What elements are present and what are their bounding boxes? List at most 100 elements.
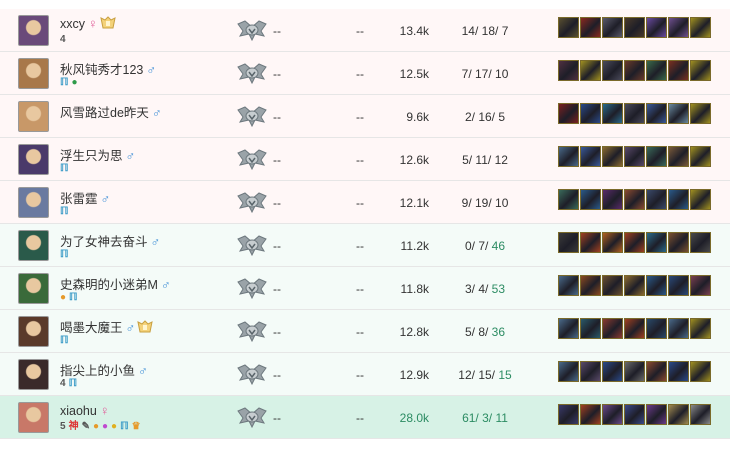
item-icon[interactable]	[580, 318, 601, 339]
item-icon[interactable]	[558, 318, 579, 339]
item-icon[interactable]	[602, 146, 623, 167]
item-icon[interactable]	[602, 60, 623, 81]
item-icon[interactable]	[580, 361, 601, 382]
player-name-text[interactable]: 为了女神去奋斗	[60, 235, 148, 249]
player-name[interactable]: 喝墨大魔王 ♂	[60, 317, 153, 336]
item-icon[interactable]	[668, 404, 689, 425]
item-icon[interactable]	[690, 103, 711, 124]
item-icon[interactable]	[558, 103, 579, 124]
player-row[interactable]: 喝墨大魔王 ♂ ℿ -- -- 12.8k 5/ 8/ 36	[0, 310, 730, 353]
item-icon[interactable]	[602, 189, 623, 210]
item-icon[interactable]	[624, 318, 645, 339]
champion-avatar[interactable]	[18, 187, 49, 218]
item-icon[interactable]	[690, 189, 711, 210]
item-icon[interactable]	[646, 17, 667, 38]
item-icon[interactable]	[646, 318, 667, 339]
item-icon[interactable]	[624, 146, 645, 167]
item-icon[interactable]	[580, 404, 601, 425]
item-icon[interactable]	[690, 60, 711, 81]
item-icon[interactable]	[602, 361, 623, 382]
item-icon[interactable]	[646, 146, 667, 167]
item-icon[interactable]	[646, 60, 667, 81]
champion-avatar[interactable]	[18, 101, 49, 132]
item-icon[interactable]	[668, 361, 689, 382]
item-icon[interactable]	[602, 404, 623, 425]
item-icon[interactable]	[602, 318, 623, 339]
item-icon[interactable]	[690, 318, 711, 339]
champion-avatar[interactable]	[18, 359, 49, 390]
item-icon[interactable]	[558, 60, 579, 81]
item-icon[interactable]	[646, 275, 667, 296]
item-icon[interactable]	[558, 146, 579, 167]
item-icon[interactable]	[580, 60, 601, 81]
item-icon[interactable]	[668, 146, 689, 167]
champion-avatar[interactable]	[18, 58, 49, 89]
player-name-text[interactable]: xiaohu	[60, 404, 97, 418]
item-icon[interactable]	[690, 17, 711, 38]
item-icon[interactable]	[580, 103, 601, 124]
item-icon[interactable]	[624, 275, 645, 296]
item-icon[interactable]	[580, 146, 601, 167]
player-name-text[interactable]: 风雪路过de昨天	[60, 106, 149, 120]
item-icon[interactable]	[558, 17, 579, 38]
item-icon[interactable]	[668, 275, 689, 296]
item-icon[interactable]	[558, 404, 579, 425]
item-icon[interactable]	[690, 361, 711, 382]
item-icon[interactable]	[580, 232, 601, 253]
player-row[interactable]: 史森明的小迷弟M ♂ ● ℿ -- -- 11.8k 3/ 4/ 53	[0, 267, 730, 310]
item-icon[interactable]	[690, 404, 711, 425]
item-icon[interactable]	[668, 17, 689, 38]
item-icon[interactable]	[646, 232, 667, 253]
item-icon[interactable]	[646, 103, 667, 124]
player-row[interactable]: 为了女神去奋斗 ♂ ℿ -- -- 11.2k 0/ 7/ 46	[0, 224, 730, 267]
item-icon[interactable]	[668, 189, 689, 210]
item-icon[interactable]	[602, 103, 623, 124]
item-icon[interactable]	[624, 103, 645, 124]
player-name-text[interactable]: 史森明的小迷弟M	[60, 278, 158, 292]
item-icon[interactable]	[646, 361, 667, 382]
item-icon[interactable]	[624, 232, 645, 253]
champion-avatar[interactable]	[18, 402, 49, 433]
item-icon[interactable]	[668, 103, 689, 124]
player-name[interactable]: 风雪路过de昨天 ♂	[60, 102, 162, 121]
item-icon[interactable]	[580, 275, 601, 296]
champion-avatar[interactable]	[18, 230, 49, 261]
player-row[interactable]: 浮生只为思 ♂ ℿ -- -- 12.6k 5/ 11/ 12	[0, 138, 730, 181]
item-icon[interactable]	[668, 318, 689, 339]
item-icon[interactable]	[668, 60, 689, 81]
item-icon[interactable]	[624, 361, 645, 382]
player-name-text[interactable]: 指尖上的小鱼	[60, 364, 135, 378]
player-row[interactable]: 张雷霆 ♂ ℿ -- -- 12.1k 9/ 19/ 10	[0, 181, 730, 224]
item-icon[interactable]	[558, 361, 579, 382]
item-icon[interactable]	[690, 146, 711, 167]
player-name-text[interactable]: 浮生只为思	[60, 149, 123, 163]
player-name-text[interactable]: 张雷霆	[60, 192, 98, 206]
player-name-text[interactable]: 秋风钝秀才123	[60, 63, 143, 77]
item-icon[interactable]	[580, 189, 601, 210]
item-icon[interactable]	[646, 404, 667, 425]
item-icon[interactable]	[580, 17, 601, 38]
player-name-text[interactable]: 喝墨大魔王	[60, 321, 123, 335]
item-icon[interactable]	[624, 189, 645, 210]
champion-avatar[interactable]	[18, 15, 49, 46]
item-icon[interactable]	[624, 60, 645, 81]
item-icon[interactable]	[602, 17, 623, 38]
player-name[interactable]: 为了女神去奋斗 ♂	[60, 231, 160, 250]
item-icon[interactable]	[690, 275, 711, 296]
item-icon[interactable]	[690, 232, 711, 253]
player-name[interactable]: 浮生只为思 ♂	[60, 145, 135, 164]
item-icon[interactable]	[558, 232, 579, 253]
champion-avatar[interactable]	[18, 144, 49, 175]
item-icon[interactable]	[558, 189, 579, 210]
champion-avatar[interactable]	[18, 273, 49, 304]
champion-avatar[interactable]	[18, 316, 49, 347]
player-row[interactable]: 风雪路过de昨天 ♂ -- -- 9.6k 2/ 16/ 5	[0, 95, 730, 138]
player-row[interactable]: xiaohu ♀ 5 神 ✎ ● ● ● ℿ ♛ -- -- 28.0k 61/ 3/ 11	[0, 396, 730, 439]
player-name[interactable]: xxcy ♀	[60, 16, 116, 31]
player-row[interactable]: 指尖上的小鱼 ♂ 4 ℿ -- -- 12.9k 12/ 15/ 15	[0, 353, 730, 396]
item-icon[interactable]	[558, 275, 579, 296]
player-row[interactable]: 秋风钝秀才123 ♂ ℿ ● -- -- 12.5k 7/ 17/ 10	[0, 52, 730, 95]
item-icon[interactable]	[624, 404, 645, 425]
item-icon[interactable]	[668, 232, 689, 253]
item-icon[interactable]	[602, 275, 623, 296]
